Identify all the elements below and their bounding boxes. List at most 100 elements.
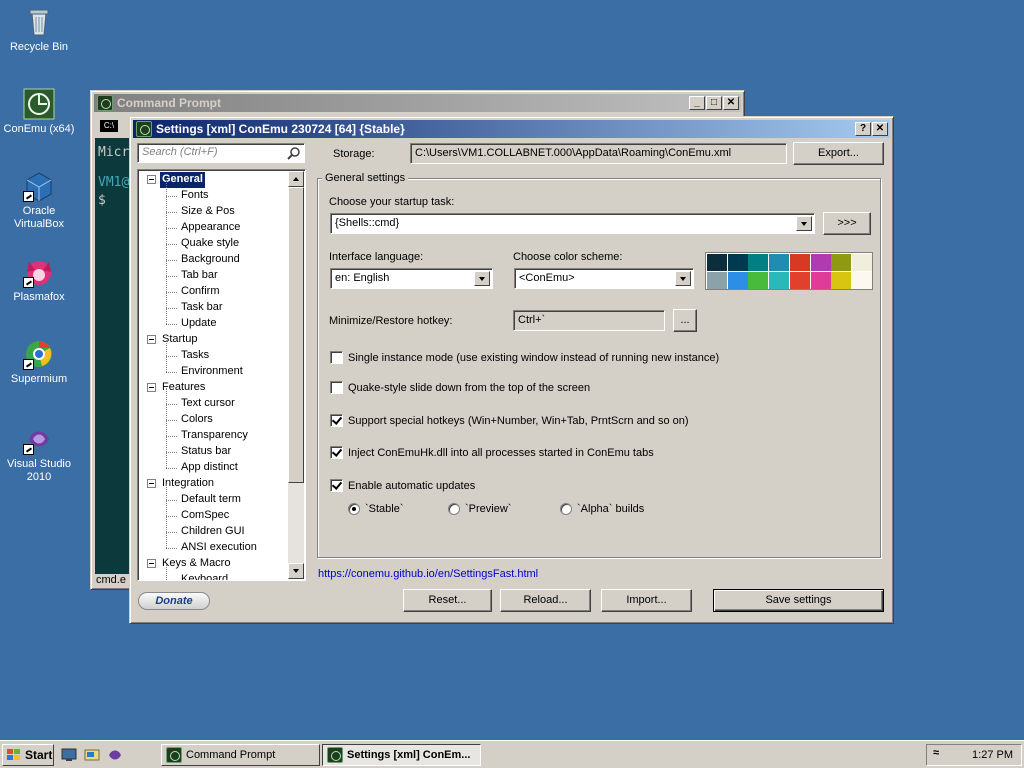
radio-dot[interactable] bbox=[560, 503, 572, 515]
tree-item[interactable]: Keyboard bbox=[179, 572, 230, 580]
tree-item[interactable]: Default term bbox=[179, 492, 243, 508]
tree-scrollbar[interactable] bbox=[288, 171, 304, 579]
chevron-down-icon[interactable] bbox=[474, 271, 490, 286]
tray-expand-icon[interactable]: ≈ bbox=[933, 747, 939, 759]
export-button[interactable]: Export... bbox=[793, 142, 884, 165]
checkbox-box[interactable] bbox=[330, 479, 343, 492]
maximize-button[interactable]: □ bbox=[706, 96, 722, 110]
quick-launch-visual-studio-icon[interactable] bbox=[107, 748, 123, 762]
checkbox-box[interactable] bbox=[330, 351, 343, 364]
tree-collapse-icon[interactable] bbox=[147, 559, 156, 568]
help-link[interactable]: https://conemu.github.io/en/SettingsFast… bbox=[318, 568, 538, 580]
tree-connector bbox=[166, 244, 167, 260]
startup-task-more-button[interactable]: >>> bbox=[823, 212, 871, 235]
scroll-up-button[interactable] bbox=[288, 171, 304, 187]
tree-item[interactable]: App distinct bbox=[179, 460, 240, 476]
update-stable-radio[interactable]: `Stable` bbox=[348, 503, 404, 515]
radio-dot[interactable] bbox=[348, 503, 360, 515]
tree-item[interactable]: Task bar bbox=[179, 300, 225, 316]
taskbar-item-command-prompt[interactable]: Command Prompt bbox=[161, 744, 320, 766]
tree-item[interactable]: Tasks bbox=[179, 348, 211, 364]
console-tab[interactable]: C:\ bbox=[100, 120, 118, 132]
desktop-icon-supermium[interactable]: Supermium bbox=[1, 338, 77, 386]
taskbar-item-settings[interactable]: Settings [xml] ConEm... bbox=[322, 744, 481, 766]
minimize-button[interactable]: _ bbox=[689, 96, 705, 110]
clock[interactable]: 1:27 PM bbox=[972, 749, 1013, 761]
window-title: Command Prompt bbox=[117, 96, 222, 110]
tree-item[interactable]: Update bbox=[179, 316, 218, 332]
save-settings-button[interactable]: Save settings bbox=[713, 589, 884, 612]
tree-item[interactable]: ComSpec bbox=[179, 508, 231, 524]
color-palette-preview[interactable] bbox=[705, 252, 873, 290]
checkbox-box[interactable] bbox=[330, 446, 343, 459]
checkbox-label: Inject ConEmuHk.dll into all processes s… bbox=[348, 446, 654, 459]
quick-launch-desktop-icon[interactable] bbox=[61, 748, 77, 762]
tree-item[interactable]: Background bbox=[179, 252, 242, 268]
reset-button[interactable]: Reset... bbox=[403, 589, 492, 612]
help-button[interactable]: ? bbox=[855, 122, 871, 136]
scroll-down-button[interactable] bbox=[288, 563, 304, 579]
conemu-icon bbox=[136, 121, 152, 137]
desktop-icon-visual-studio[interactable]: Visual Studio 2010 bbox=[1, 423, 77, 484]
quick-launch-explorer-icon[interactable] bbox=[84, 748, 100, 762]
search-icon[interactable] bbox=[287, 146, 301, 162]
quake-style-checkbox[interactable]: Quake-style slide down from the top of t… bbox=[330, 381, 590, 394]
tree-collapse-icon[interactable] bbox=[147, 479, 156, 488]
language-select[interactable]: en: English bbox=[330, 268, 493, 289]
tree-collapse-icon[interactable] bbox=[147, 335, 156, 344]
inject-conemuhk-checkbox[interactable]: Inject ConEmuHk.dll into all processes s… bbox=[330, 446, 654, 459]
update-preview-radio[interactable]: `Preview` bbox=[448, 503, 511, 515]
search-input[interactable]: Search (Ctrl+F) bbox=[137, 143, 305, 163]
import-button[interactable]: Import... bbox=[601, 589, 692, 612]
hotkey-field[interactable]: Ctrl+` bbox=[513, 310, 665, 331]
update-alpha-radio[interactable]: `Alpha` builds bbox=[560, 503, 644, 515]
tree-item[interactable]: Environment bbox=[179, 364, 245, 380]
tree-item[interactable]: ANSI execution bbox=[179, 540, 259, 556]
startup-task-select[interactable]: {Shells::cmd} bbox=[330, 213, 815, 234]
tree-category[interactable]: Keys & Macro bbox=[160, 556, 232, 572]
chevron-down-icon[interactable] bbox=[796, 216, 812, 231]
close-button[interactable]: ✕ bbox=[872, 122, 888, 136]
desktop-icon-recycle-bin[interactable]: Recycle Bin bbox=[1, 6, 77, 54]
desktop-icon-plasmafox[interactable]: Plasmafox bbox=[1, 256, 77, 304]
checkbox-box[interactable] bbox=[330, 381, 343, 394]
auto-updates-checkbox[interactable]: Enable automatic updates bbox=[330, 479, 475, 492]
command-prompt-titlebar[interactable]: Command Prompt _ □ ✕ bbox=[94, 94, 741, 112]
tree-connector bbox=[166, 532, 177, 533]
tree-item[interactable]: Tab bar bbox=[179, 268, 220, 284]
tree-item[interactable]: Fonts bbox=[179, 188, 211, 204]
radio-dot[interactable] bbox=[448, 503, 460, 515]
close-button[interactable]: ✕ bbox=[723, 96, 739, 110]
tree-item[interactable]: Transparency bbox=[179, 428, 250, 444]
checkbox-box[interactable] bbox=[330, 414, 343, 427]
conemu-icon bbox=[327, 747, 343, 763]
single-instance-checkbox[interactable]: Single instance mode (use existing windo… bbox=[330, 351, 719, 364]
color-scheme-select[interactable]: <ConEmu> bbox=[514, 268, 694, 289]
start-button[interactable]: Start bbox=[2, 744, 54, 766]
tree-item[interactable]: Appearance bbox=[179, 220, 242, 236]
tree-item[interactable]: Text cursor bbox=[179, 396, 237, 412]
tree-category[interactable]: Integration bbox=[160, 476, 216, 492]
storage-path-field[interactable]: C:\Users\VM1.COLLABNET.000\AppData\Roami… bbox=[410, 143, 787, 164]
settings-tree[interactable]: General Fonts Size & Pos Appearance Quake st… bbox=[137, 169, 306, 581]
settings-titlebar[interactable]: Settings [xml] ConEmu 230724 [64] {Stabl… bbox=[133, 120, 890, 138]
desktop-icon-virtualbox[interactable]: Oracle VirtualBox bbox=[1, 170, 77, 231]
color-swatch bbox=[707, 254, 727, 271]
tree-category[interactable]: Features bbox=[160, 380, 207, 396]
desktop-icon-conemu[interactable]: ConEmu (x64) bbox=[1, 88, 77, 136]
tree-item[interactable]: Children GUI bbox=[179, 524, 247, 540]
special-hotkeys-checkbox[interactable]: Support special hotkeys (Win+Number, Win… bbox=[330, 414, 689, 427]
reload-button[interactable]: Reload... bbox=[500, 589, 591, 612]
chevron-down-icon[interactable] bbox=[675, 271, 691, 286]
hotkey-browse-button[interactable]: ... bbox=[673, 309, 697, 332]
tree-item[interactable]: Size & Pos bbox=[179, 204, 237, 220]
tree-collapse-icon[interactable] bbox=[147, 175, 156, 184]
tree-item[interactable]: Colors bbox=[179, 412, 215, 428]
conemu-icon bbox=[166, 747, 182, 763]
donate-button[interactable]: Donate bbox=[138, 592, 210, 610]
tree-item[interactable]: Confirm bbox=[179, 284, 222, 300]
scroll-thumb[interactable] bbox=[288, 187, 304, 483]
tree-collapse-icon[interactable] bbox=[147, 383, 156, 392]
tree-item[interactable]: Status bar bbox=[179, 444, 233, 460]
tree-item[interactable]: Quake style bbox=[179, 236, 241, 252]
